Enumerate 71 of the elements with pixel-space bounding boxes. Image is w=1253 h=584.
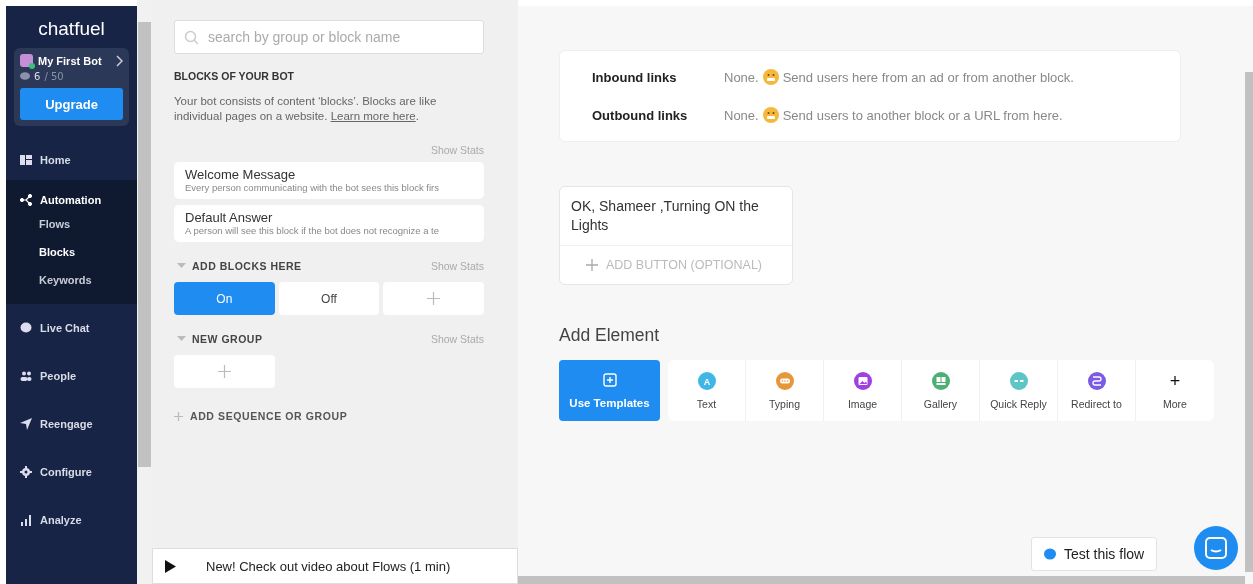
- play-icon: [165, 559, 176, 573]
- letter-icon: A: [697, 371, 716, 390]
- section-heading: BLOCKS OF YOUR BOT: [174, 70, 295, 82]
- element-button[interactable]: Redirect to: [1058, 360, 1136, 421]
- nav-item[interactable]: Analyze: [6, 510, 137, 530]
- logo[interactable]: chatfuel: [6, 6, 137, 48]
- send-icon: [20, 418, 32, 430]
- link-label: Inbound links: [592, 69, 678, 85]
- block-card[interactable]: Default Answer A person will see this block if the bot does not recognize a te: [174, 205, 484, 242]
- nav-item[interactable]: Configure: [6, 462, 137, 482]
- message-text[interactable]: OK, Shameer ,Turning ON the Lights: [560, 187, 792, 246]
- nav-subitem[interactable]: Blocks: [6, 238, 137, 266]
- home-icon: [20, 154, 32, 166]
- chat-bubble-icon: [20, 72, 30, 81]
- element-button[interactable]: Quick Reply: [980, 360, 1058, 421]
- template-icon: [602, 372, 617, 387]
- chat-launcher-button[interactable]: [1194, 526, 1238, 570]
- element-button[interactable]: + More: [1136, 360, 1214, 421]
- nav-item[interactable]: People: [6, 366, 137, 386]
- link-status: None.: [724, 69, 759, 85]
- add-group-button[interactable]: ADD SEQUENCE OR GROUP: [174, 410, 484, 422]
- plus-icon: [586, 259, 598, 271]
- add-element-title: Add Element: [559, 325, 661, 346]
- nav-item[interactable]: Reengage: [6, 414, 137, 434]
- gear-icon: [20, 466, 32, 478]
- search-field[interactable]: search by group or block name: [174, 20, 484, 54]
- scrollbar[interactable]: [137, 0, 152, 584]
- element-button[interactable]: Image: [824, 360, 902, 421]
- block-card[interactable]: Welcome Message Every person communicating with the bot sees this block firs: [174, 162, 484, 199]
- bot-avatar-icon: [20, 54, 33, 67]
- nav-item[interactable]: Home: [6, 150, 137, 170]
- link-label: Outbound links: [592, 107, 689, 123]
- learn-more-link[interactable]: Learn more here: [330, 110, 416, 122]
- automation-icon: [20, 194, 32, 206]
- nav-subitem[interactable]: Flows: [6, 210, 137, 238]
- bars-icon: [20, 514, 32, 526]
- link-hint: Send users to another block or a URL from here.: [782, 107, 1063, 123]
- chat-bubble-icon: [1044, 548, 1056, 560]
- element-button[interactable]: Gallery: [902, 360, 980, 421]
- intro-text: Your bot consists of content ‘blocks’. Blocks are like individual pages on a website. Learn more here.: [174, 94, 438, 124]
- video-banner[interactable]: New! Check out video about Flows (1 min): [152, 548, 518, 584]
- group-name: NEW GROUP: [192, 333, 264, 345]
- plus-icon: [217, 365, 231, 378]
- add-block-button[interactable]: [383, 282, 484, 315]
- element-button[interactable]: A Text: [668, 360, 746, 421]
- element-button[interactable]: Typing: [746, 360, 824, 421]
- plus-icon: [427, 292, 441, 305]
- people-icon: [20, 370, 32, 382]
- grimace-emoji-icon: [762, 69, 779, 85]
- messenger-icon: [1205, 537, 1227, 559]
- search-icon: [184, 30, 199, 45]
- test-flow-button[interactable]: Test this flow: [1031, 537, 1158, 571]
- block-button[interactable]: Off: [278, 282, 380, 315]
- bot-name[interactable]: My First Bot: [38, 54, 110, 67]
- chevron-icon[interactable]: [115, 54, 123, 67]
- horizontal-scrollbar[interactable]: [518, 576, 1245, 584]
- scrollbar[interactable]: [1245, 72, 1253, 572]
- message-count: 6: [34, 71, 41, 82]
- grimace-emoji-icon: [762, 107, 779, 123]
- collapse-icon[interactable]: [177, 263, 186, 269]
- chat-icon: [20, 322, 32, 334]
- plus-icon: +: [1169, 371, 1181, 390]
- group-name: ADD BLOCKS HERE: [192, 260, 303, 272]
- nav-subitem[interactable]: Keywords: [6, 266, 137, 294]
- nav-item[interactable]: Live Chat: [6, 318, 137, 338]
- link-status: None.: [724, 107, 759, 123]
- add-block-button[interactable]: [174, 355, 275, 388]
- collapse-icon[interactable]: [177, 336, 186, 342]
- link-hint: Send users here from an ad or from another block.: [782, 69, 1074, 85]
- plus-icon: [174, 411, 183, 421]
- message-limit: / 50: [44, 71, 64, 82]
